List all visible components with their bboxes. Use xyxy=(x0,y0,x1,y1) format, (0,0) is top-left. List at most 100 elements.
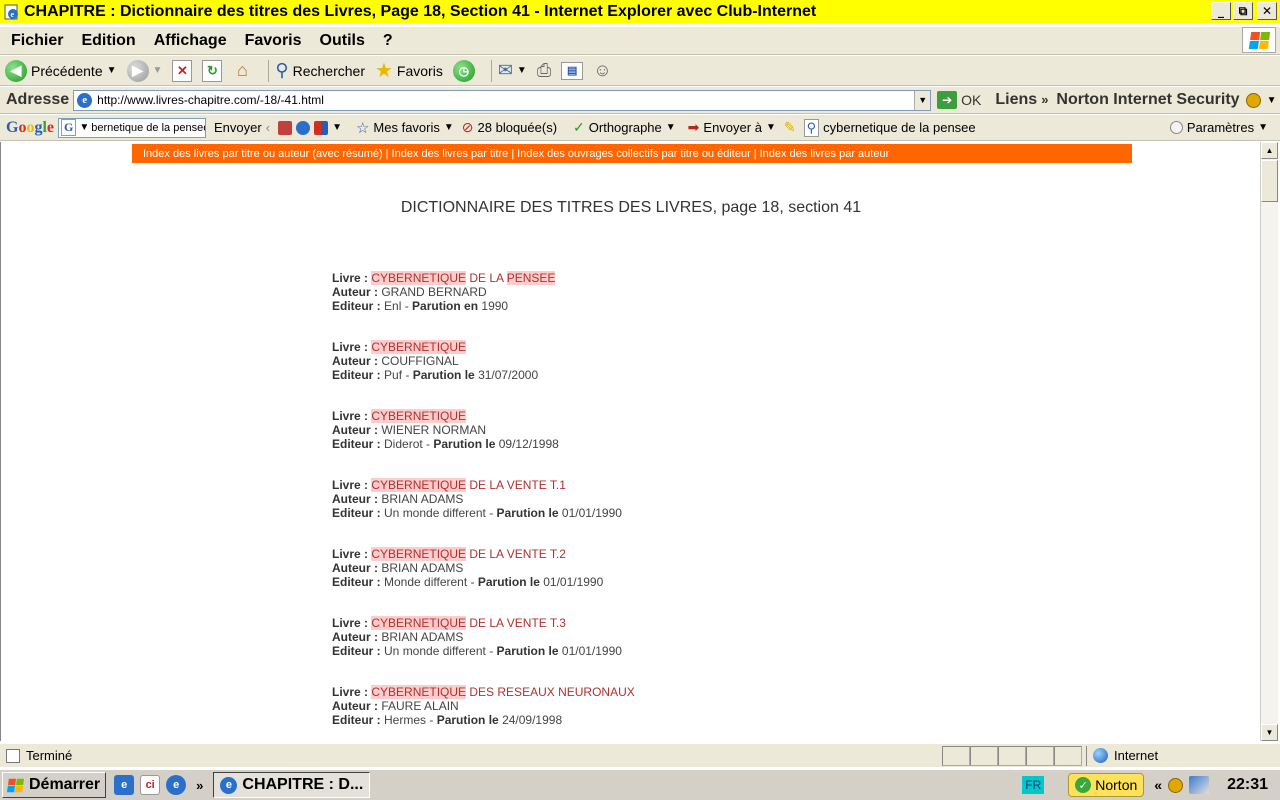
links-button[interactable]: Liens» xyxy=(995,91,1048,109)
status-text: Terminé xyxy=(26,748,73,763)
menu-help[interactable]: ? xyxy=(373,32,401,50)
ie-quicklaunch-icon[interactable]: e xyxy=(166,775,187,795)
menu-outils[interactable]: Outils xyxy=(310,32,373,50)
my-favorites-button[interactable]: ☆ Mes favoris ▼ xyxy=(356,119,454,137)
close-button[interactable]: ✕ xyxy=(1257,2,1277,20)
publisher-label: Editeur : xyxy=(332,368,381,382)
history-button[interactable]: ◷ xyxy=(452,59,475,82)
nav-link-authors[interactable]: Index des livres par auteur xyxy=(760,148,890,160)
search-term-label: cybernetique de la pensee xyxy=(823,120,976,135)
scroll-up-button[interactable]: ▲ xyxy=(1261,142,1278,159)
minimize-button[interactable]: _ xyxy=(1211,2,1231,20)
settings-button[interactable]: Paramètres ▼ xyxy=(1169,120,1268,135)
language-indicator[interactable]: FR xyxy=(1022,776,1045,794)
google-tools-button[interactable]: ▼ xyxy=(278,120,342,135)
spelling-button[interactable]: ✓ Orthographe ▼ xyxy=(573,119,676,136)
book-title-link[interactable]: CYBERNETIQUE xyxy=(371,409,467,423)
book-entry: Livre : CYBERNETIQUE DE LA VENTE T.3 Aut… xyxy=(332,616,622,658)
go-button[interactable]: ➔ OK xyxy=(937,91,981,109)
page-done-icon xyxy=(6,748,20,763)
go-label: OK xyxy=(961,92,982,108)
taskbar-ie-window[interactable]: e CHAPITRE : D... xyxy=(213,772,371,798)
menu-affichage[interactable]: Affichage xyxy=(144,32,235,50)
spellcheck-icon: ✓ xyxy=(573,119,585,135)
book-title-link[interactable]: CYBERNETIQUE DE LA VENTE T.1 xyxy=(371,478,566,492)
ie-globe-icon xyxy=(296,120,311,135)
google-search-input[interactable]: G ▼ bernetique de la pensee" xyxy=(58,117,207,138)
norton-toolbar[interactable]: Norton Internet Security ▼ xyxy=(1056,91,1276,109)
system-tray: FR ✓ Norton « 22:31 xyxy=(1022,772,1280,798)
google-send-button[interactable]: Envoyer ‹ xyxy=(214,120,270,135)
back-dropdown-icon[interactable]: ▼ xyxy=(107,65,117,76)
stop-button[interactable]: ✕ xyxy=(172,59,193,82)
url-input[interactable]: e http://www.livres-chapitre.com/-18/-41… xyxy=(73,89,932,111)
publisher-label: Editeur : xyxy=(332,299,381,313)
google-logo[interactable]: Google xyxy=(6,119,54,137)
quick-launch-chevron[interactable]: » xyxy=(196,778,203,793)
url-dropdown-icon[interactable]: ▼ xyxy=(914,90,931,110)
spelling-dropdown-icon[interactable]: ▼ xyxy=(666,122,676,133)
norton-dropdown-icon[interactable]: ▼ xyxy=(1267,95,1277,106)
mail-button[interactable]: ✉ ▼ xyxy=(498,60,527,81)
book-title-link[interactable]: CYBERNETIQUE DE LA PENSEE xyxy=(371,271,556,285)
security-zone[interactable]: Internet xyxy=(1086,745,1158,766)
forward-button[interactable]: ▶ ▼ xyxy=(126,59,163,82)
print-button[interactable]: ⎙ xyxy=(537,60,551,81)
author-label: Auteur : xyxy=(332,699,378,713)
menu-edition[interactable]: Edition xyxy=(71,32,143,50)
scroll-thumb[interactable] xyxy=(1261,160,1278,202)
publisher-label: Editeur : xyxy=(332,575,381,589)
book-title-link[interactable]: CYBERNETIQUE xyxy=(371,340,467,354)
author-label: Auteur : xyxy=(332,285,378,299)
pagerank-icon xyxy=(278,120,293,135)
mail-dropdown-icon[interactable]: ▼ xyxy=(517,65,527,76)
task-label: CHAPITRE : D... xyxy=(242,776,364,793)
search-term-button[interactable]: ⚲ cybernetique de la pensee xyxy=(803,118,976,137)
title-part: DE LA VENTE T.1 xyxy=(466,478,566,492)
publisher-value: Monde different xyxy=(384,575,468,589)
publisher-value: Enl xyxy=(384,299,402,313)
show-desktop-icon[interactable]: e xyxy=(114,775,135,795)
network-globe-icon[interactable] xyxy=(1168,777,1184,793)
forward-dropdown-icon[interactable]: ▼ xyxy=(153,65,163,76)
search-term-icon: ⚲ xyxy=(803,118,820,137)
date-value: 24/09/1998 xyxy=(502,713,563,727)
back-button[interactable]: ◀ Précédente ▼ xyxy=(5,59,117,82)
book-title-link[interactable]: CYBERNETIQUE DES RESEAUX NEURONAUX xyxy=(371,685,635,699)
book-entry: Livre : CYBERNETIQUE Auteur : WIENER NOR… xyxy=(332,409,559,451)
send-to-button[interactable]: ➡ Envoyer à ▼ xyxy=(688,119,776,136)
favorites-button[interactable]: ★ Favoris xyxy=(375,58,443,83)
norton-tray-button[interactable]: ✓ Norton xyxy=(1068,773,1145,797)
nav-link-titles-authors[interactable]: Index des livres par titre ou auteur (av… xyxy=(143,148,383,160)
tray-expand-chevron[interactable]: « xyxy=(1154,777,1162,793)
display-settings-icon[interactable] xyxy=(1189,776,1210,794)
title-highlight: CYBERNETIQUE xyxy=(371,271,467,285)
start-label: Démarrer xyxy=(29,776,101,793)
google-search-dropdown-icon[interactable]: ▼ xyxy=(79,122,89,133)
ie-task-icon: e xyxy=(220,776,238,794)
popup-blocker-button[interactable]: ⊘ 28 bloquée(s) xyxy=(462,119,557,136)
google-tools-dropdown-icon[interactable]: ▼ xyxy=(332,122,342,133)
title-part: DE LA VENTE T.2 xyxy=(466,547,566,561)
refresh-button[interactable]: ↻ xyxy=(202,59,223,82)
book-title-link[interactable]: CYBERNETIQUE DE LA VENTE T.2 xyxy=(371,547,566,561)
author-label: Auteur : xyxy=(332,561,378,575)
search-button[interactable]: ⚲ Rechercher xyxy=(275,60,365,81)
start-button[interactable]: Démarrer xyxy=(2,772,107,798)
nav-link-titles[interactable]: Index des livres par titre xyxy=(392,148,509,160)
messenger-button[interactable]: ☺ xyxy=(593,60,611,81)
nav-link-collective[interactable]: Index des ouvrages collectifs par titre … xyxy=(517,148,751,160)
book-list: Livre : CYBERNETIQUE DE LA PENSEE Auteur… xyxy=(332,271,1032,741)
edit-button[interactable]: ▤ xyxy=(561,61,584,80)
book-title-link[interactable]: CYBERNETIQUE DE LA VENTE T.3 xyxy=(371,616,566,630)
title-bar[interactable]: e CHAPITRE : Dictionnaire des titres des… xyxy=(0,0,1280,23)
scroll-down-button[interactable]: ▼ xyxy=(1261,724,1278,741)
club-internet-icon[interactable]: ci xyxy=(140,775,161,795)
home-button[interactable]: ⌂ xyxy=(232,60,252,82)
title-part: DE LA xyxy=(466,271,507,285)
menu-favoris[interactable]: Favoris xyxy=(235,32,310,50)
maximize-button[interactable]: ⧉ xyxy=(1233,2,1253,20)
menu-fichier[interactable]: Fichier xyxy=(0,32,71,50)
vertical-scrollbar[interactable]: ▲ ▼ xyxy=(1260,142,1278,741)
highlight-button[interactable]: ✎ xyxy=(784,119,796,136)
